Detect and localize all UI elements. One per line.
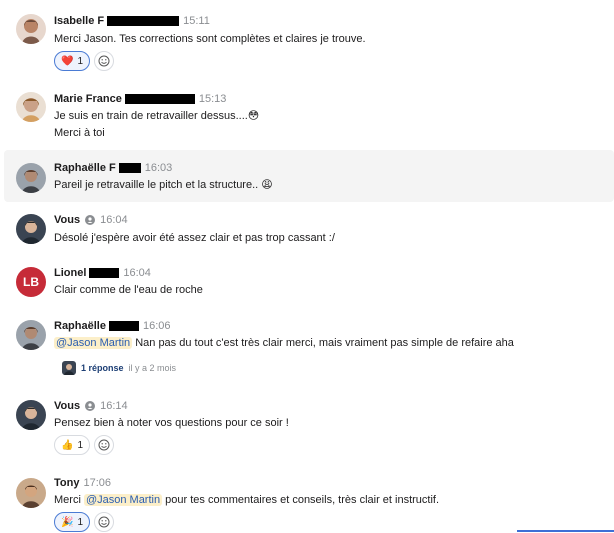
- add-reaction-button[interactable]: [94, 512, 115, 532]
- timestamp[interactable]: 16:04: [123, 267, 151, 279]
- message-vous-2: Vous 16:14 Pensez bien à noter vos quest…: [4, 392, 614, 458]
- author-name[interactable]: Vous: [54, 400, 80, 412]
- reply-count[interactable]: 1 réponse: [81, 363, 124, 373]
- message-text: Pareil je retravaille le pitch et la str…: [54, 179, 273, 191]
- thread-replies-link[interactable]: 1 réponse il y a 2 mois: [62, 361, 176, 375]
- avatar[interactable]: [16, 478, 46, 508]
- timestamp[interactable]: 15:11: [183, 15, 210, 27]
- user-mention[interactable]: @Jason Martin: [54, 337, 133, 349]
- smiley-plus-icon: [98, 516, 110, 528]
- reaction-party[interactable]: 🎉 1: [54, 512, 91, 532]
- message-text: Clair comme de l'eau de roche: [54, 284, 203, 296]
- timestamp[interactable]: 17:06: [83, 477, 111, 489]
- avatar[interactable]: [16, 92, 46, 122]
- reaction-thumbs-up[interactable]: 👍 1: [54, 435, 91, 455]
- message-lionel: LB Lionel 16:04 Clair comme de l'eau de …: [4, 259, 614, 305]
- reaction-bar: 🎉 1: [54, 512, 115, 532]
- redaction-bar: [118, 163, 141, 173]
- reaction-count: 1: [77, 439, 84, 451]
- reaction-count: 1: [77, 55, 84, 67]
- reaction-heart[interactable]: ❤️ 1: [54, 51, 91, 71]
- message-vous-1: Vous 16:04 Désolé j'espère avoir été ass…: [4, 206, 614, 252]
- message-raphaelle-1: Raphaëlle F 16:03 Pareil je retravaille …: [4, 150, 614, 202]
- timestamp[interactable]: 16:06: [143, 320, 171, 332]
- person-status-icon: [85, 215, 96, 225]
- redaction-bar: [107, 16, 180, 26]
- user-mention[interactable]: @Jason Martin: [83, 494, 163, 506]
- add-reaction-button[interactable]: [94, 51, 115, 71]
- timestamp[interactable]: 16:14: [100, 400, 128, 412]
- message-body: pour tes commentaires et conseils, très …: [165, 494, 440, 506]
- avatar[interactable]: [16, 320, 46, 350]
- message-text: Désolé j'espère avoir été assez clair et…: [54, 232, 335, 244]
- author-name[interactable]: Marie France: [54, 93, 122, 105]
- thread-last-reply-time: il y a 2 mois: [128, 363, 177, 373]
- message-text: Pensez bien à noter vos questions pour c…: [54, 417, 289, 429]
- person-status-icon: [85, 401, 96, 411]
- party-popper-icon: 🎉: [61, 516, 74, 528]
- reaction-bar: 👍 1: [54, 435, 115, 455]
- timestamp[interactable]: 16:03: [145, 162, 173, 174]
- avatar[interactable]: [16, 163, 46, 193]
- author-name[interactable]: Raphaëlle: [54, 320, 106, 332]
- author-name[interactable]: Vous: [54, 214, 80, 226]
- avatar[interactable]: [16, 14, 46, 44]
- message-text-line2: Merci à toi: [54, 127, 105, 139]
- message-prefix: Merci: [54, 494, 81, 506]
- avatar[interactable]: [16, 400, 46, 430]
- author-name[interactable]: Lionel: [54, 267, 86, 279]
- redaction-bar: [108, 321, 139, 331]
- message-tony: Tony 17:06 Merci @Jason Martin pour tes …: [4, 470, 614, 532]
- message-isabelle: Isabelle F 15:11 Merci Jason. Tes correc…: [4, 6, 614, 76]
- smiley-plus-icon: [98, 439, 110, 451]
- message-marie-france: Marie France 15:13 Je suis en train de r…: [4, 84, 614, 146]
- message-text-line1: Je suis en train de retravailler dessus.…: [54, 110, 260, 122]
- redaction-bar: [124, 94, 195, 104]
- message-text: Merci @Jason Martin pour tes commentaire…: [54, 493, 439, 507]
- message-raphaelle-2: Raphaëlle 16:06 @Jason Martin Nan pas du…: [4, 312, 614, 382]
- avatar: [62, 361, 76, 375]
- thumbs-up-icon: 👍: [61, 439, 74, 451]
- redaction-bar: [89, 268, 120, 278]
- reaction-bar: ❤️ 1: [54, 51, 115, 71]
- avatar[interactable]: LB: [16, 267, 46, 297]
- message-body: Nan pas du tout c'est très clair merci, …: [135, 337, 514, 349]
- author-name[interactable]: Raphaëlle F: [54, 162, 116, 174]
- smiley-plus-icon: [98, 55, 110, 67]
- message-text: @Jason Martin Nan pas du tout c'est très…: [54, 336, 514, 350]
- scroll-indicator: [517, 530, 614, 532]
- heart-icon: ❤️: [61, 55, 74, 67]
- message-text: Merci Jason. Tes corrections sont complè…: [54, 33, 366, 45]
- reaction-count: 1: [77, 516, 84, 528]
- author-name[interactable]: Tony: [54, 477, 79, 489]
- timestamp[interactable]: 16:04: [100, 214, 128, 226]
- timestamp[interactable]: 15:13: [199, 93, 227, 105]
- author-name[interactable]: Isabelle F: [54, 15, 104, 27]
- avatar[interactable]: [16, 214, 46, 244]
- add-reaction-button[interactable]: [94, 435, 115, 455]
